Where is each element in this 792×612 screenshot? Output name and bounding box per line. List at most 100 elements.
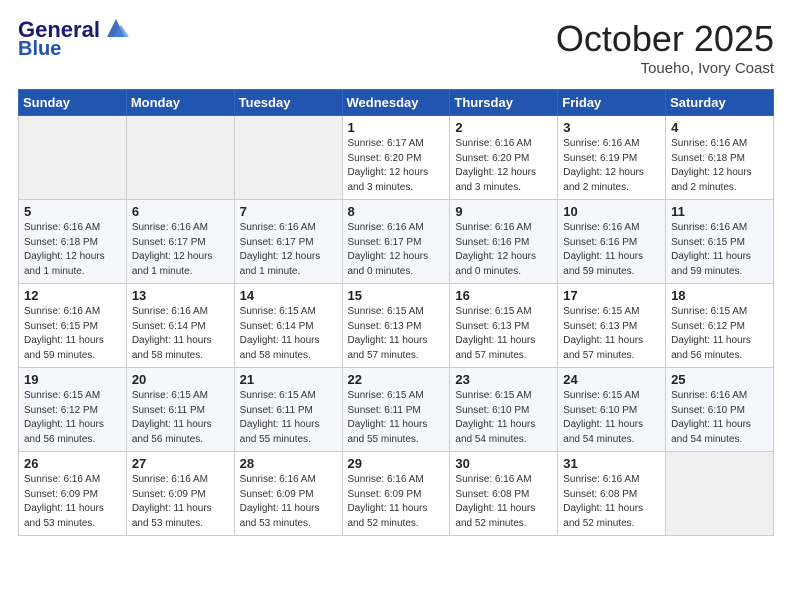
calendar-cell: 23 Sunrise: 6:15 AMSunset: 6:10 PMDayligh…: [450, 368, 558, 452]
day-number: 15: [348, 288, 445, 303]
day-number: 29: [348, 456, 445, 471]
calendar-cell: 16 Sunrise: 6:15 AMSunset: 6:13 PMDayligh…: [450, 284, 558, 368]
calendar-cell: 17 Sunrise: 6:15 AMSunset: 6:13 PMDayligh…: [558, 284, 666, 368]
day-info: Sunrise: 6:15 AMSunset: 6:11 PMDaylight:…: [240, 389, 337, 447]
day-info: Sunrise: 6:16 AMSunset: 6:09 PMDaylight:…: [240, 473, 337, 531]
day-number: 26: [24, 456, 121, 471]
day-info: Sunrise: 6:16 AMSunset: 6:16 PMDaylight:…: [563, 221, 660, 279]
calendar-week-row: 26 Sunrise: 6:16 AMSunset: 6:09 PMDayligh…: [19, 452, 774, 536]
calendar-cell: 3 Sunrise: 6:16 AMSunset: 6:19 PMDaylight…: [558, 116, 666, 200]
day-number: 20: [132, 372, 229, 387]
calendar-cell: 2Sunrise: 6:16 AMSunset: 6:20 PMDaylight…: [450, 116, 558, 200]
day-number: 5: [24, 204, 121, 219]
day-number: 25: [671, 372, 768, 387]
day-info: Sunrise: 6:16 AMSunset: 6:16 PMDaylight:…: [455, 221, 552, 279]
calendar-cell: 13 Sunrise: 6:16 AMSunset: 6:14 PMDayligh…: [126, 284, 234, 368]
calendar-cell: 4 Sunrise: 6:16 AMSunset: 6:18 PMDaylight…: [666, 116, 774, 200]
day-info: Sunrise: 6:16 AMSunset: 6:14 PMDaylight:…: [132, 305, 229, 363]
calendar-cell: [19, 116, 127, 200]
calendar-header-saturday: Saturday: [666, 90, 774, 116]
calendar-cell: 29 Sunrise: 6:16 AMSunset: 6:09 PMDayligh…: [342, 452, 450, 536]
calendar-cell: 18 Sunrise: 6:15 AMSunset: 6:12 PMDayligh…: [666, 284, 774, 368]
day-info: Sunrise: 6:16 AMSunset: 6:17 PMDaylight:…: [240, 221, 337, 279]
day-info: Sunrise: 6:16 AMSunset: 6:09 PMDaylight:…: [348, 473, 445, 531]
calendar-header-thursday: Thursday: [450, 90, 558, 116]
day-number: 23: [455, 372, 552, 387]
logo-icon: [103, 15, 129, 41]
day-number: 28: [240, 456, 337, 471]
day-info: Sunrise: 6:16 AMSunset: 6:10 PMDaylight:…: [671, 389, 768, 447]
day-info: Sunrise: 6:15 AMSunset: 6:11 PMDaylight:…: [348, 389, 445, 447]
day-info: Sunrise: 6:15 AMSunset: 6:14 PMDaylight:…: [240, 305, 337, 363]
day-info: Sunrise: 6:15 AMSunset: 6:13 PMDaylight:…: [348, 305, 445, 363]
calendar-cell: 12Sunrise: 6:16 AMSunset: 6:15 PMDayligh…: [19, 284, 127, 368]
calendar-cell: 10 Sunrise: 6:16 AMSunset: 6:16 PMDayligh…: [558, 200, 666, 284]
day-info: Sunrise: 6:16 AMSunset: 6:17 PMDaylight:…: [132, 221, 229, 279]
day-info: Sunrise: 6:16 AMSunset: 6:08 PMDaylight:…: [563, 473, 660, 531]
calendar-cell: 7Sunrise: 6:16 AMSunset: 6:17 PMDaylight…: [234, 200, 342, 284]
day-info: Sunrise: 6:15 AMSunset: 6:11 PMDaylight:…: [132, 389, 229, 447]
day-number: 6: [132, 204, 229, 219]
calendar-cell: 1Sunrise: 6:17 AMSunset: 6:20 PMDaylight…: [342, 116, 450, 200]
calendar-cell: 6 Sunrise: 6:16 AMSunset: 6:17 PMDaylight…: [126, 200, 234, 284]
calendar-cell: [234, 116, 342, 200]
day-number: 21: [240, 372, 337, 387]
calendar-cell: 30 Sunrise: 6:16 AMSunset: 6:08 PMDayligh…: [450, 452, 558, 536]
day-number: 4: [671, 120, 768, 135]
calendar-cell: 14 Sunrise: 6:15 AMSunset: 6:14 PMDayligh…: [234, 284, 342, 368]
calendar-cell: 20 Sunrise: 6:15 AMSunset: 6:11 PMDayligh…: [126, 368, 234, 452]
calendar-header-tuesday: Tuesday: [234, 90, 342, 116]
day-info: Sunrise: 6:15 AMSunset: 6:13 PMDaylight:…: [455, 305, 552, 363]
day-number: 19: [24, 372, 121, 387]
calendar-cell: [126, 116, 234, 200]
day-info: Sunrise: 6:16 AMSunset: 6:15 PMDaylight:…: [671, 221, 768, 279]
day-info: Sunrise: 6:16 AMSunset: 6:09 PMDaylight:…: [132, 473, 229, 531]
calendar-cell: 11Sunrise: 6:16 AMSunset: 6:15 PMDayligh…: [666, 200, 774, 284]
day-info: Sunrise: 6:16 AMSunset: 6:20 PMDaylight:…: [455, 137, 552, 195]
calendar-week-row: 12Sunrise: 6:16 AMSunset: 6:15 PMDayligh…: [19, 284, 774, 368]
day-number: 1: [348, 120, 445, 135]
header: General Blue October 2025 Toueho, Ivory …: [18, 18, 774, 77]
calendar-week-row: 1Sunrise: 6:17 AMSunset: 6:20 PMDaylight…: [19, 116, 774, 200]
calendar-cell: 27 Sunrise: 6:16 AMSunset: 6:09 PMDayligh…: [126, 452, 234, 536]
calendar-cell: 19Sunrise: 6:15 AMSunset: 6:12 PMDayligh…: [19, 368, 127, 452]
calendar-header-monday: Monday: [126, 90, 234, 116]
day-info: Sunrise: 6:16 AMSunset: 6:15 PMDaylight:…: [24, 305, 121, 363]
day-number: 13: [132, 288, 229, 303]
day-info: Sunrise: 6:16 AMSunset: 6:19 PMDaylight:…: [563, 137, 660, 195]
calendar-header-row: SundayMondayTuesdayWednesdayThursdayFrid…: [19, 90, 774, 116]
day-number: 27: [132, 456, 229, 471]
day-info: Sunrise: 6:15 AMSunset: 6:10 PMDaylight:…: [455, 389, 552, 447]
calendar-cell: 15 Sunrise: 6:15 AMSunset: 6:13 PMDayligh…: [342, 284, 450, 368]
calendar-header-sunday: Sunday: [19, 90, 127, 116]
day-info: Sunrise: 6:16 AMSunset: 6:18 PMDaylight:…: [671, 137, 768, 195]
day-info: Sunrise: 6:16 AMSunset: 6:09 PMDaylight:…: [24, 473, 121, 531]
day-number: 17: [563, 288, 660, 303]
day-number: 30: [455, 456, 552, 471]
day-number: 24: [563, 372, 660, 387]
logo-blue: Blue: [18, 38, 61, 60]
logo: General Blue: [18, 18, 129, 60]
calendar-cell: 31 Sunrise: 6:16 AMSunset: 6:08 PMDayligh…: [558, 452, 666, 536]
calendar-cell: 9 Sunrise: 6:16 AMSunset: 6:16 PMDaylight…: [450, 200, 558, 284]
page: General Blue October 2025 Toueho, Ivory …: [0, 0, 792, 546]
calendar-week-row: 19Sunrise: 6:15 AMSunset: 6:12 PMDayligh…: [19, 368, 774, 452]
day-number: 10: [563, 204, 660, 219]
day-number: 16: [455, 288, 552, 303]
day-number: 14: [240, 288, 337, 303]
day-number: 8: [348, 204, 445, 219]
calendar-cell: 28 Sunrise: 6:16 AMSunset: 6:09 PMDayligh…: [234, 452, 342, 536]
calendar-cell: [666, 452, 774, 536]
day-number: 31: [563, 456, 660, 471]
calendar-week-row: 5Sunrise: 6:16 AMSunset: 6:18 PMDaylight…: [19, 200, 774, 284]
day-info: Sunrise: 6:15 AMSunset: 6:13 PMDaylight:…: [563, 305, 660, 363]
day-number: 22: [348, 372, 445, 387]
calendar-cell: 5Sunrise: 6:16 AMSunset: 6:18 PMDaylight…: [19, 200, 127, 284]
calendar-cell: 21 Sunrise: 6:15 AMSunset: 6:11 PMDayligh…: [234, 368, 342, 452]
day-number: 18: [671, 288, 768, 303]
day-info: Sunrise: 6:15 AMSunset: 6:12 PMDaylight:…: [671, 305, 768, 363]
day-number: 3: [563, 120, 660, 135]
day-number: 9: [455, 204, 552, 219]
calendar-header-friday: Friday: [558, 90, 666, 116]
day-info: Sunrise: 6:16 AMSunset: 6:08 PMDaylight:…: [455, 473, 552, 531]
